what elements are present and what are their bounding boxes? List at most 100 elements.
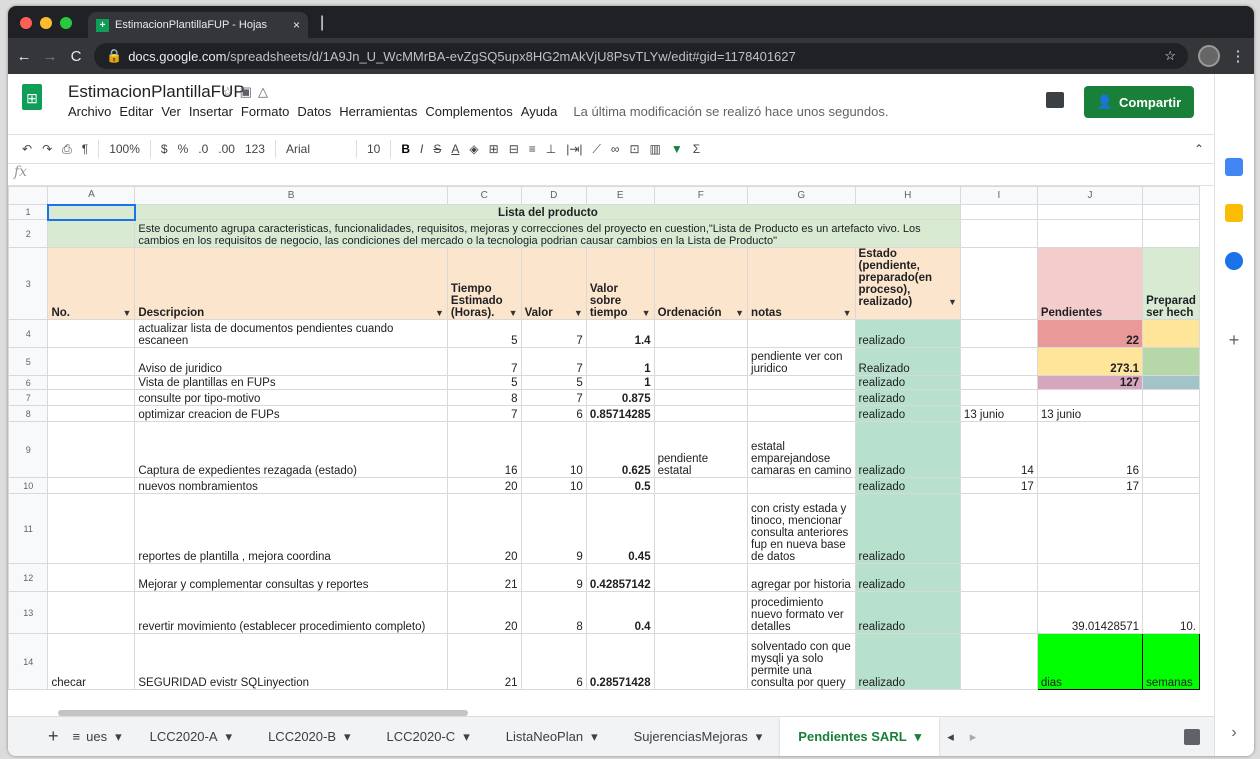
cell[interactable]: 1 bbox=[585, 375, 655, 390]
row-header[interactable]: 7 bbox=[8, 389, 49, 406]
valign-icon[interactable]: ⊥ bbox=[546, 142, 556, 156]
cell[interactable]: Vista de plantillas en FUPs bbox=[134, 375, 448, 390]
cell[interactable] bbox=[47, 347, 136, 376]
address-bar[interactable]: 🔒 docs.google.com/spreadsheets/d/1A9Jn_U… bbox=[94, 43, 1188, 69]
forward-arrow-icon[interactable]: → bbox=[42, 48, 58, 65]
menu-datos[interactable]: Datos bbox=[297, 104, 331, 119]
header-cell-ordenacion[interactable]: Ordenación ▼ bbox=[653, 247, 749, 320]
undo-icon[interactable]: ↶ bbox=[22, 142, 32, 156]
sheet-tab-ues[interactable]: ues ▾ bbox=[86, 717, 132, 757]
fill-color-icon[interactable]: ◈ bbox=[469, 142, 478, 156]
cell[interactable]: nuevos nombramientos bbox=[134, 477, 448, 494]
chevron-down-icon[interactable]: ▾ bbox=[756, 729, 763, 745]
cell[interactable]: 0.45 bbox=[585, 493, 655, 564]
header-cell-no[interactable]: No. ▼ bbox=[47, 247, 136, 320]
star-icon[interactable]: ☆ bbox=[1164, 48, 1176, 64]
header-cell-valor-tiempo[interactable]: Valor sobre tiempo ▼ bbox=[585, 247, 655, 320]
preparado-header-cell[interactable]: Preparad ser hech bbox=[1142, 247, 1200, 320]
decrease-decimal-button[interactable]: .0 bbox=[198, 142, 208, 156]
cell[interactable]: realizado bbox=[854, 389, 961, 406]
menu-complementos[interactable]: Complementos bbox=[425, 104, 512, 119]
cell[interactable] bbox=[747, 389, 856, 406]
comments-icon[interactable] bbox=[1046, 92, 1064, 108]
cell[interactable] bbox=[747, 375, 856, 390]
row-header[interactable]: 4 bbox=[8, 319, 49, 348]
cell[interactable]: 127 bbox=[1036, 375, 1144, 390]
filter-icon[interactable]: ▼ bbox=[843, 307, 852, 319]
cell[interactable]: pendiente estatal bbox=[653, 421, 749, 478]
description-cell[interactable]: Este documento agrupa caracteristicas, f… bbox=[134, 219, 961, 248]
cell[interactable] bbox=[1142, 405, 1200, 422]
cell[interactable]: 10. bbox=[1142, 591, 1200, 634]
filter-icon[interactable]: ▼ bbox=[574, 307, 583, 319]
cell[interactable]: realizado bbox=[854, 493, 961, 564]
cell[interactable] bbox=[1142, 493, 1200, 564]
doc-title[interactable]: EstimacionPlantillaFUP bbox=[68, 82, 245, 102]
column-header[interactable] bbox=[1142, 186, 1200, 205]
corner-cell[interactable] bbox=[8, 186, 49, 205]
cell[interactable]: con cristy estada y tinoco, mencionar co… bbox=[747, 493, 856, 564]
filter-icon[interactable]: ▼ bbox=[642, 307, 651, 319]
cell[interactable] bbox=[959, 375, 1038, 390]
cell[interactable] bbox=[47, 493, 136, 564]
cell[interactable] bbox=[47, 389, 136, 406]
cell[interactable] bbox=[747, 405, 856, 422]
row-header[interactable]: 13 bbox=[8, 591, 49, 634]
cell[interactable]: pendiente ver con juridico bbox=[747, 347, 856, 376]
chevron-down-icon[interactable]: ▾ bbox=[463, 729, 470, 745]
profile-avatar[interactable] bbox=[1198, 45, 1220, 67]
row-header[interactable]: 2 bbox=[8, 219, 49, 248]
cell[interactable] bbox=[1142, 219, 1200, 248]
link-icon[interactable]: ∞ bbox=[611, 142, 620, 156]
all-sheets-icon[interactable]: ≡ bbox=[67, 717, 87, 757]
italic-button[interactable]: I bbox=[420, 142, 423, 156]
cell[interactable]: Mejorar y complementar consultas y repor… bbox=[134, 563, 448, 592]
cell[interactable] bbox=[1036, 219, 1144, 248]
tasks-icon[interactable] bbox=[1225, 252, 1243, 270]
filter-icon[interactable]: ▼ bbox=[671, 142, 683, 156]
cell[interactable] bbox=[1142, 375, 1200, 390]
column-header[interactable]: I bbox=[959, 186, 1038, 205]
row-header[interactable]: 6 bbox=[8, 375, 49, 390]
cell[interactable]: 20 bbox=[446, 591, 522, 634]
pendientes-header-cell[interactable]: Pendientes bbox=[1036, 247, 1144, 320]
cell[interactable]: semanas bbox=[1142, 633, 1200, 690]
currency-format-button[interactable]: $ bbox=[161, 142, 168, 156]
comment-insert-icon[interactable]: ⊡ bbox=[629, 142, 639, 156]
reload-icon[interactable]: C bbox=[68, 48, 84, 65]
cell[interactable] bbox=[959, 563, 1038, 592]
column-header[interactable]: J bbox=[1036, 186, 1144, 205]
new-tab-icon[interactable]: | bbox=[320, 14, 324, 32]
sheet-tab-lcc2020a[interactable]: LCC2020-A ▾ bbox=[132, 717, 250, 757]
chart-icon[interactable]: ▥ bbox=[650, 142, 661, 156]
cell[interactable]: 0.28571428 bbox=[585, 633, 655, 690]
merge-cells-icon[interactable]: ⊟ bbox=[509, 142, 519, 156]
cell[interactable]: agregar por historia bbox=[747, 563, 856, 592]
row-header[interactable]: 10 bbox=[8, 477, 49, 494]
filter-icon[interactable]: ▼ bbox=[122, 307, 131, 319]
menu-ayuda[interactable]: Ayuda bbox=[521, 104, 558, 119]
cell[interactable]: 14 bbox=[959, 421, 1038, 478]
font-select[interactable]: Arial bbox=[286, 142, 346, 156]
cell[interactable] bbox=[959, 204, 1038, 220]
cell[interactable]: 10 bbox=[520, 421, 587, 478]
cell[interactable]: realizado bbox=[854, 319, 961, 348]
filter-icon[interactable]: ▼ bbox=[948, 296, 957, 308]
zoom-select[interactable]: 100% bbox=[109, 142, 140, 156]
cell[interactable]: 21 bbox=[446, 563, 522, 592]
cell[interactable]: 20 bbox=[446, 477, 522, 494]
cell[interactable] bbox=[959, 633, 1038, 690]
filter-icon[interactable]: ▼ bbox=[735, 307, 744, 319]
cell[interactable]: solventado con que mysqli ya solo permit… bbox=[747, 633, 856, 690]
more-formats-select[interactable]: 123 bbox=[245, 142, 265, 156]
scroll-tabs-left-icon[interactable]: ◂ bbox=[939, 729, 962, 745]
cell[interactable] bbox=[1142, 421, 1200, 478]
cell[interactable]: 13 junio bbox=[1036, 405, 1144, 422]
row-header[interactable]: 1 bbox=[8, 204, 49, 220]
cell[interactable]: 0.4 bbox=[585, 591, 655, 634]
chevron-down-icon[interactable]: ▾ bbox=[915, 729, 922, 745]
increase-decimal-button[interactable]: .00 bbox=[218, 142, 235, 156]
close-tab-icon[interactable]: × bbox=[293, 18, 300, 32]
cell[interactable] bbox=[47, 477, 136, 494]
close-window-button[interactable] bbox=[20, 17, 32, 29]
